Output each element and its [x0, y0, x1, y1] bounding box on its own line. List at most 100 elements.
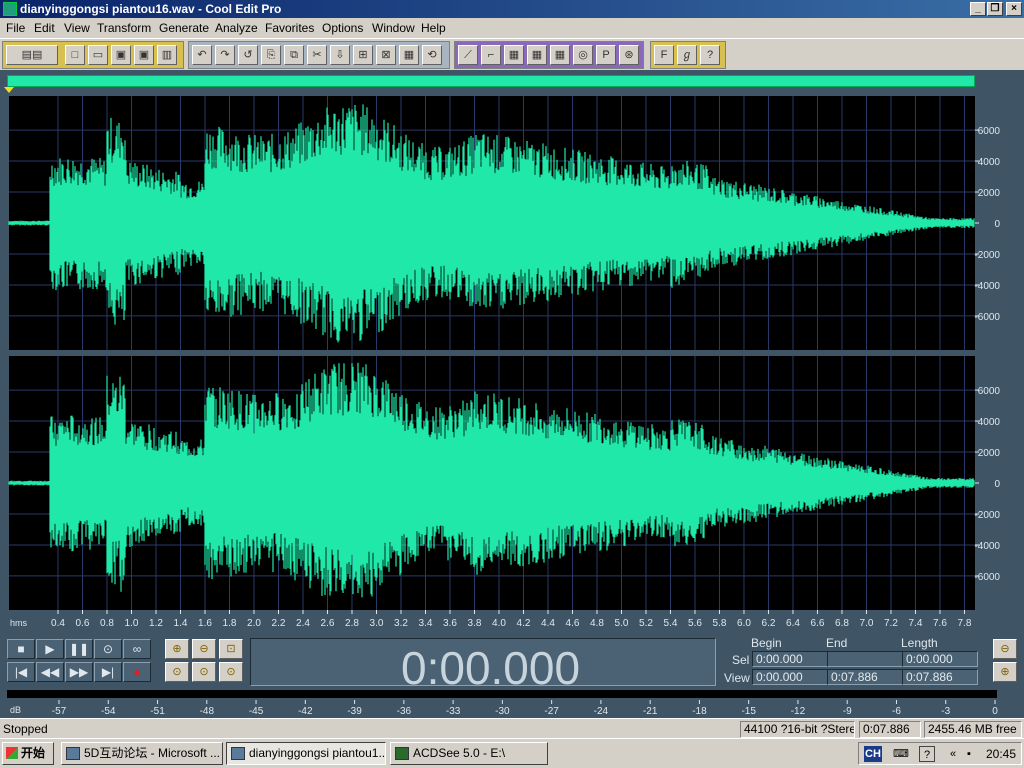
trim-icon[interactable]: ▦	[399, 45, 419, 65]
chevron-left-icon[interactable]: «	[945, 746, 961, 762]
transport-panel: ■ ▶ ❚❚ ⊙ ∞ |◀ ◀◀ ▶▶ ▶| ● ⊕ ⊖ ⊡ ⊙ ⊙ ⊙ 0:0…	[0, 632, 1024, 694]
time-tick-label: 4.4	[541, 618, 555, 629]
favorites-icon[interactable]: F	[654, 45, 674, 65]
zoom-out-horizontal-icon[interactable]: ⊖	[192, 639, 216, 659]
zoom-right-icon[interactable]: ⊙	[219, 662, 243, 682]
time-tick-label: 7.2	[884, 618, 898, 629]
meter-tick-label: -9	[843, 706, 852, 717]
taskbar-item[interactable]: dianyinggongsi piantou1...	[226, 742, 386, 765]
grid-view-icon[interactable]: ▦	[504, 45, 524, 65]
menu-generate[interactable]: Generate	[159, 21, 209, 35]
y-tick-label: 2000	[978, 188, 1001, 199]
undo-icon[interactable]: ↶	[192, 45, 212, 65]
grid-view-3-icon[interactable]: ▦	[550, 45, 570, 65]
time-tick-label: 4.8	[590, 618, 604, 629]
menu-edit[interactable]: Edit	[34, 21, 55, 35]
menu-analyze[interactable]: Analyze	[215, 21, 258, 35]
view-end-field[interactable]: 0:07.886	[827, 669, 903, 685]
pause-button[interactable]: ❚❚	[65, 639, 93, 659]
time-tick-label: 3.6	[443, 618, 457, 629]
zoom-left-icon[interactable]: ⊙	[192, 662, 216, 682]
play-to-end-button[interactable]: ⊙	[94, 639, 122, 659]
keyboard-icon[interactable]: ⌨	[893, 746, 909, 762]
menu-favorites[interactable]: Favorites	[265, 21, 314, 35]
mix-paste-icon[interactable]: ⊠	[376, 45, 396, 65]
stop-button[interactable]: ■	[7, 639, 35, 659]
menu-view[interactable]: View	[64, 21, 90, 35]
grid-view-2-icon[interactable]: ▦	[527, 45, 547, 65]
play-button[interactable]: ▶	[36, 639, 64, 659]
time-tick-label: 2.0	[247, 618, 261, 629]
app-icon[interactable]	[3, 2, 17, 16]
disc-icon[interactable]: ⊛	[619, 45, 639, 65]
cue-icon[interactable]: ⌐	[481, 45, 501, 65]
y-tick-label: 0	[994, 219, 1000, 230]
playlist-icon[interactable]: P	[596, 45, 616, 65]
copy-new-icon[interactable]: ⧉	[284, 45, 304, 65]
time-tick-label: 5.6	[688, 618, 702, 629]
paste-icon[interactable]: ⇩	[330, 45, 350, 65]
cool-edit-window: dianyinggongsi piantou16.wav - Cool Edit…	[0, 0, 1024, 768]
go-to-start-button[interactable]: |◀	[7, 662, 35, 682]
close-button[interactable]: ×	[1006, 2, 1022, 16]
sel-length-field[interactable]: 0:00.000	[902, 651, 978, 667]
meter-tick-label: -3	[941, 706, 950, 717]
cut-icon[interactable]: ✂	[307, 45, 327, 65]
save-as-icon[interactable]: ▣	[134, 45, 154, 65]
spectral-view-icon[interactable]: ⟋	[458, 45, 478, 65]
taskbar-item[interactable]: ACDSee 5.0 - E:\	[390, 742, 548, 765]
multitrack-toggle-icon[interactable]: ▤▤	[6, 45, 58, 65]
view-length-field[interactable]: 0:07.886	[902, 669, 978, 685]
network-icon[interactable]: ▪	[961, 746, 977, 762]
loop-icon[interactable]: ⟲	[422, 45, 442, 65]
menu-window[interactable]: Window	[372, 21, 415, 35]
rewind-button[interactable]: ◀◀	[36, 662, 64, 682]
browser-icon	[66, 747, 80, 760]
cd-icon[interactable]: ◎	[573, 45, 593, 65]
sel-begin-field[interactable]: 0:00.000	[752, 651, 828, 667]
loop-play-button[interactable]: ∞	[123, 639, 151, 659]
meter-tick-label: -27	[544, 706, 559, 717]
waveform-display[interactable]: 6000 4000 2000 0 -2000 -4000 -6000 6000 4000 2000…	[0, 70, 1024, 632]
redo-icon[interactable]: ↷	[215, 45, 235, 65]
repeat-icon[interactable]: ↺	[238, 45, 258, 65]
zoom-in-vertical-icon[interactable]: ⊖	[993, 639, 1017, 659]
zoom-out-vertical-icon[interactable]: ⊕	[993, 662, 1017, 682]
menu-transform[interactable]: Transform	[97, 21, 151, 35]
y-tick-label: 6000	[978, 386, 1001, 397]
view-begin-field[interactable]: 0:00.000	[752, 669, 828, 685]
script-icon[interactable]: ℊ	[677, 45, 697, 65]
minimize-button[interactable]: _	[970, 2, 986, 16]
time-tick-label: 2.4	[296, 618, 310, 629]
taskbar-item-label: dianyinggongsi piantou1...	[249, 746, 386, 760]
start-button[interactable]: 开始	[2, 742, 54, 765]
open-file-icon[interactable]: ▭	[88, 45, 108, 65]
y-tick-label: 4000	[978, 157, 1001, 168]
paste-new-icon[interactable]: ⊞	[353, 45, 373, 65]
save-selection-icon[interactable]: ▥	[157, 45, 177, 65]
copy-icon[interactable]: ⎘	[261, 45, 281, 65]
level-meter-scale: dB -57 -54 -51 -48 -45 -42 -39 -36 -33 -30 -27 -24 -2…	[10, 700, 998, 717]
fast-forward-button[interactable]: ▶▶	[65, 662, 93, 682]
language-indicator[interactable]: CH	[864, 746, 882, 762]
time-tick-label: 0.6	[76, 618, 90, 629]
help-tray-icon[interactable]: ?	[919, 746, 935, 762]
save-icon[interactable]: ▣	[111, 45, 131, 65]
toolbar-group-edit: ↶ ↷ ↺ ⎘ ⧉ ✂ ⇩ ⊞ ⊠ ▦ ⟲	[188, 41, 450, 69]
time-tick-label: 5.4	[664, 618, 678, 629]
zoom-selection-icon[interactable]: ⊙	[165, 662, 189, 682]
menu-file[interactable]: File	[6, 21, 25, 35]
help-icon[interactable]: ?	[700, 45, 720, 65]
meter-tick-label: -36	[397, 706, 412, 717]
sel-end-field[interactable]	[827, 651, 903, 667]
zoom-in-horizontal-icon[interactable]: ⊕	[165, 639, 189, 659]
restore-button[interactable]: ❐	[987, 2, 1003, 16]
go-to-end-button[interactable]: ▶|	[94, 662, 122, 682]
new-file-icon[interactable]: □	[65, 45, 85, 65]
menu-options[interactable]: Options	[322, 21, 363, 35]
menu-help[interactable]: Help	[421, 21, 446, 35]
record-button[interactable]: ●	[123, 662, 151, 682]
taskbar-item[interactable]: 5D互动论坛 - Microsoft ...	[61, 742, 223, 765]
cool-edit-icon	[231, 747, 245, 760]
zoom-full-icon[interactable]: ⊡	[219, 639, 243, 659]
